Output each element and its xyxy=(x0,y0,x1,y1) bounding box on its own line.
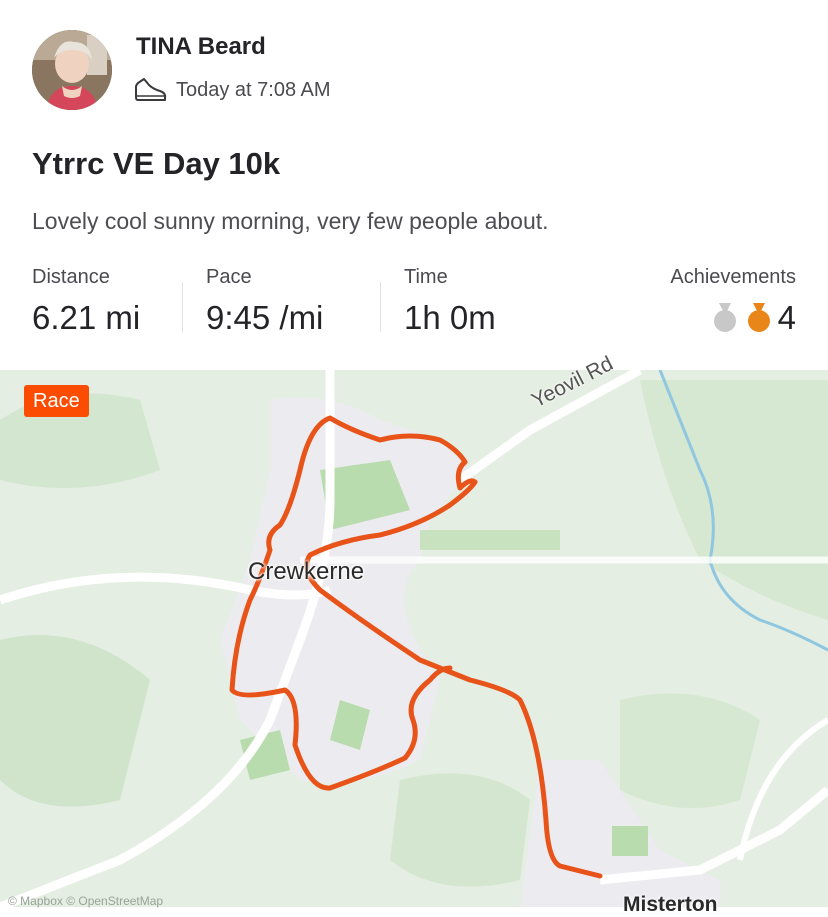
activity-timestamp: Today at 7:08 AM xyxy=(176,78,331,101)
stat-label: Pace xyxy=(206,266,252,288)
achievements[interactable]: Achievements 4 xyxy=(670,266,796,337)
achievements-count: 4 xyxy=(777,299,796,336)
achievements-label: Achievements xyxy=(670,266,796,288)
map-attribution[interactable]: © Mapbox © OpenStreetMap xyxy=(8,894,163,908)
silver-medal-icon xyxy=(713,303,736,332)
town-label: Crewkerne xyxy=(248,558,365,585)
athlete-name[interactable]: TINA Beard xyxy=(136,33,266,61)
stat-distance: Distance 6.21 mi xyxy=(32,266,140,337)
athlete-avatar[interactable] xyxy=(32,30,112,110)
activity-title[interactable]: Ytrrc VE Day 10k xyxy=(32,146,280,182)
stat-pace: Pace 9:45 /mi xyxy=(206,266,323,337)
shoe-icon xyxy=(135,78,167,101)
stat-value: 9:45 /mi xyxy=(206,299,324,336)
stat-time: Time 1h 0m xyxy=(404,266,496,337)
route-map[interactable] xyxy=(0,370,828,907)
stat-divider xyxy=(182,282,183,332)
bronze-medal-icon xyxy=(747,303,770,332)
activity-description: Lovely cool sunny morning, very few peop… xyxy=(32,208,549,234)
stat-label: Time xyxy=(404,266,448,288)
activity-meta: Today at 7:08 AM xyxy=(134,74,331,106)
achievements-row: 4 xyxy=(670,299,796,337)
activity-header: TINA Beard Today at 7:08 AM Ytrrc VE Day… xyxy=(0,0,828,370)
stat-divider xyxy=(380,282,381,332)
map-canvas xyxy=(0,370,828,907)
village-label: Misterton xyxy=(623,893,718,916)
stat-value: 6.21 mi xyxy=(32,299,141,336)
stat-label: Distance xyxy=(32,266,110,288)
race-badge: Race xyxy=(24,385,89,417)
stat-value: 1h 0m xyxy=(404,299,496,336)
